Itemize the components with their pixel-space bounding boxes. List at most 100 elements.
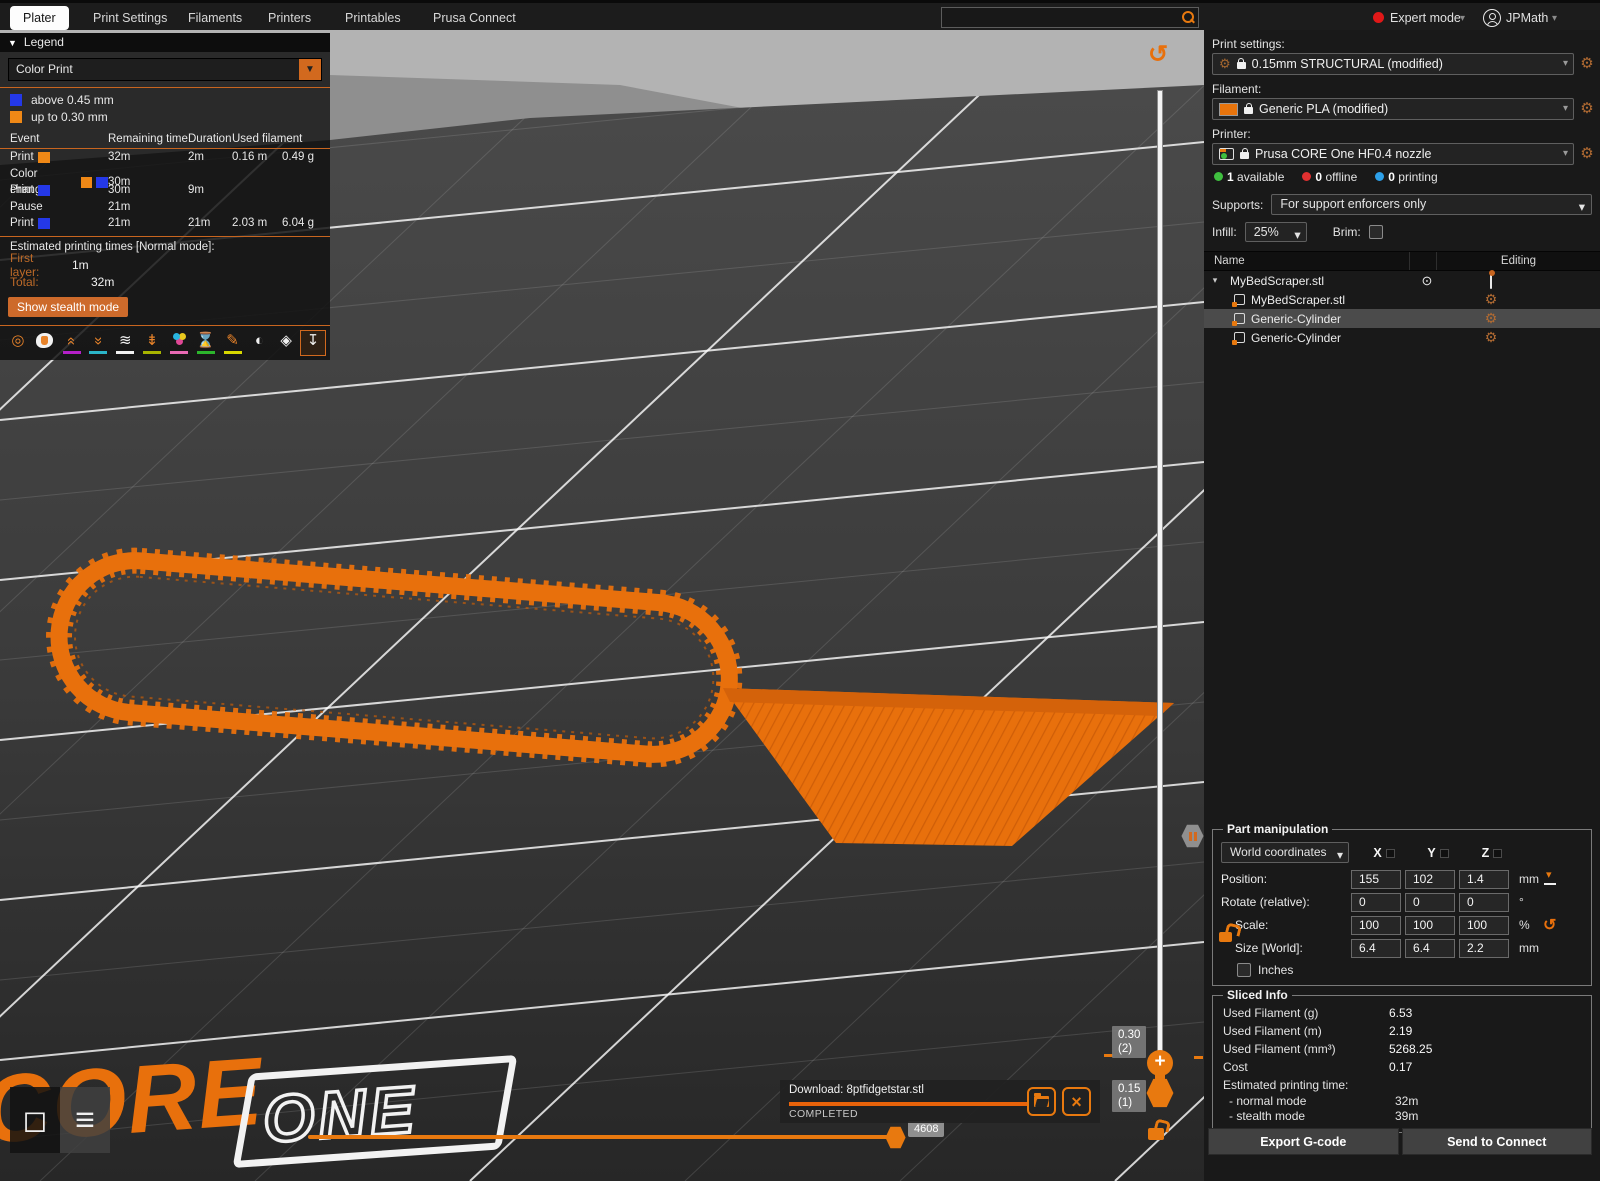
tree-collapse-icon[interactable]: ▾: [1208, 275, 1222, 286]
download-status: COMPLETED: [789, 1108, 858, 1120]
object-row-mybedscraper[interactable]: ▾ MyBedScraper.stl ⊙: [1204, 271, 1600, 290]
color-change-tick: [1194, 1056, 1203, 1059]
printer-gear-button[interactable]: ⚙: [1578, 145, 1596, 163]
filament-gear-button[interactable]: ⚙: [1578, 100, 1596, 118]
infill-select[interactable]: 25% ▾: [1245, 222, 1307, 242]
printer-select[interactable]: Prusa CORE One HF0.4 nozzle ▾: [1212, 143, 1574, 165]
event-color-swatch: [38, 185, 50, 196]
export-gcode-button[interactable]: Export G-code: [1208, 1128, 1399, 1155]
size-x-field[interactable]: [1351, 939, 1401, 958]
tab-prusa-connect[interactable]: Prusa Connect: [420, 6, 529, 30]
inches-checkbox[interactable]: [1237, 963, 1251, 977]
user-chevron-icon[interactable]: ▾: [1552, 13, 1557, 24]
coordinates-select[interactable]: World coordinates ▾: [1221, 842, 1349, 863]
deretractions-icon[interactable]: «: [85, 330, 111, 356]
event-used-m: 2.03 m: [232, 215, 282, 232]
position-label: Position:: [1221, 872, 1351, 886]
object-row-generic-cylinder[interactable]: Generic-Cylinder ⚙: [1204, 309, 1600, 328]
axis-lock-box-icon[interactable]: [1493, 849, 1502, 858]
scale-z-field[interactable]: [1459, 916, 1509, 935]
shells-icon[interactable]: ◈: [273, 330, 299, 356]
reset-scale-icon[interactable]: ↺: [1543, 915, 1565, 935]
view-mode-toggle: ◻ ≡: [10, 1087, 110, 1153]
search-input[interactable]: [941, 7, 1199, 28]
mode-selector[interactable]: Expert mode: [1390, 11, 1461, 25]
position-x-field[interactable]: [1351, 870, 1401, 889]
view-type-select[interactable]: Color Print ▼: [8, 58, 322, 81]
chevron-down-icon: ▾: [1563, 103, 1568, 114]
object-name: Generic-Cylinder: [1251, 331, 1341, 345]
supports-value: For support enforcers only: [1280, 197, 1426, 211]
supports-select[interactable]: For support enforcers only ▾: [1271, 194, 1592, 215]
open-folder-button[interactable]: [1027, 1087, 1056, 1116]
wipe-icon[interactable]: [32, 330, 58, 356]
user-avatar-icon[interactable]: [1483, 9, 1501, 27]
preview-3d-viewport[interactable]: CORE ONE ▼Legend Color Pr: [0, 30, 1204, 1181]
slider-lock-icon[interactable]: [1148, 1128, 1164, 1140]
estimated-time-label: Estimated printing time:: [1223, 1078, 1587, 1092]
custom-gcode-icon[interactable]: ✎: [220, 330, 246, 356]
part-settings-gear-icon[interactable]: ⚙: [1476, 291, 1506, 308]
undo-arrow-icon[interactable]: ↺: [1148, 40, 1168, 69]
view-type-dropdown-icon[interactable]: ▼: [299, 59, 321, 80]
search-icon[interactable]: [1181, 11, 1194, 24]
tab-print-settings[interactable]: Print Settings: [80, 6, 180, 30]
scale-unit: %: [1513, 918, 1543, 932]
brim-checkbox[interactable]: [1369, 225, 1383, 239]
tab-filaments[interactable]: Filaments: [175, 6, 255, 30]
object-row-generic-cylinder-2[interactable]: Generic-Cylinder ⚙: [1204, 328, 1600, 347]
color-changes-icon[interactable]: [166, 330, 192, 356]
layer-slider-track[interactable]: [1157, 90, 1163, 1093]
axis-lock-box-icon[interactable]: [1440, 849, 1449, 858]
pause-prints-icon[interactable]: ⌛: [193, 330, 219, 356]
travels-icon[interactable]: ◎: [5, 330, 31, 356]
filament-value: Generic PLA (modified): [1259, 102, 1388, 116]
part-settings-gear-icon[interactable]: ⚙: [1476, 310, 1506, 327]
close-icon: ×: [1071, 1093, 1082, 1111]
rotate-x-field[interactable]: [1351, 893, 1401, 912]
rotate-y-field[interactable]: [1405, 893, 1455, 912]
tab-printables[interactable]: Printables: [332, 6, 414, 30]
send-to-connect-button[interactable]: Send to Connect: [1402, 1128, 1593, 1155]
collapse-triangle-icon[interactable]: ▼: [8, 38, 17, 48]
legend-header[interactable]: ▼Legend: [0, 33, 330, 52]
tool-marker-icon[interactable]: ↧: [300, 330, 326, 356]
tab-printers[interactable]: Printers: [255, 6, 324, 30]
scale-y-field[interactable]: [1405, 916, 1455, 935]
filament-select[interactable]: Generic PLA (modified) ▾: [1212, 98, 1574, 120]
size-z-field[interactable]: [1459, 939, 1509, 958]
mode-chevron-icon[interactable]: ▾: [1460, 13, 1465, 24]
event-used-g: 0.49 g: [282, 149, 324, 166]
show-stealth-mode-button[interactable]: Show stealth mode: [8, 297, 128, 317]
sliced-info-row: Used Filament (m)2.19: [1223, 1024, 1587, 1038]
drop-to-bed-icon[interactable]: [1543, 873, 1557, 885]
retractions-icon[interactable]: «: [59, 330, 85, 356]
event-used-m: 0.16 m: [232, 149, 282, 166]
tab-plater[interactable]: Plater: [10, 6, 69, 30]
editing-state-icon[interactable]: [1476, 274, 1506, 288]
position-y-field[interactable]: [1405, 870, 1455, 889]
center-of-gravity-icon[interactable]: ◐: [246, 330, 272, 356]
rotate-z-field[interactable]: [1459, 893, 1509, 912]
tool-changes-icon[interactable]: ⇟: [139, 330, 165, 356]
scale-x-field[interactable]: [1351, 916, 1401, 935]
print-settings-gear-button[interactable]: ⚙: [1578, 55, 1596, 73]
printer-value: Prusa CORE One HF0.4 nozzle: [1255, 147, 1431, 161]
part-settings-gear-icon[interactable]: ⚙: [1476, 329, 1506, 346]
dismiss-notification-button[interactable]: ×: [1062, 1087, 1091, 1116]
layer-slider-upper-handle[interactable]: +: [1147, 1050, 1173, 1076]
seams-icon[interactable]: ≋: [112, 330, 138, 356]
move-slider-track[interactable]: [308, 1135, 898, 1139]
object-name: MyBedScraper.stl: [1251, 293, 1345, 307]
size-y-field[interactable]: [1405, 939, 1455, 958]
preview-view-button[interactable]: ≡: [60, 1087, 110, 1153]
object-row-mybedscraper-part[interactable]: MyBedScraper.stl ⚙: [1204, 290, 1600, 309]
total-time-row: Total: 32m: [0, 274, 330, 291]
print-settings-select[interactable]: ⚙ 0.15mm STRUCTURAL (modified) ▾: [1212, 53, 1574, 75]
axis-lock-box-icon[interactable]: [1386, 849, 1395, 858]
uniform-scale-lock-icon[interactable]: [1219, 932, 1232, 942]
user-menu[interactable]: JPMath: [1506, 11, 1548, 25]
editor-view-button[interactable]: ◻: [10, 1087, 60, 1153]
position-z-field[interactable]: [1459, 870, 1509, 889]
visibility-eye-icon[interactable]: ⊙: [1414, 273, 1440, 289]
